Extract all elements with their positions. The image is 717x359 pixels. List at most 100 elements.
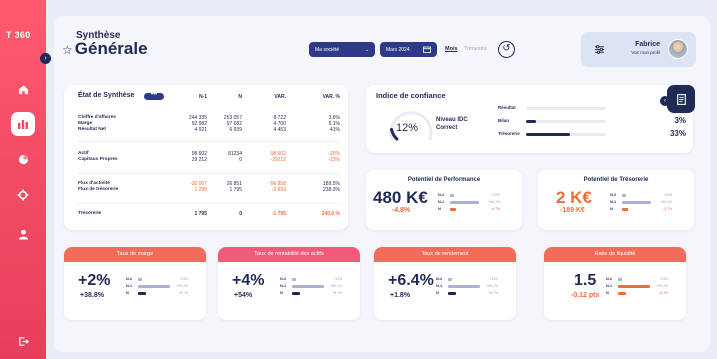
mini-row-percent: -3.7% — [663, 206, 672, 211]
kpi-delta: +38.8% — [80, 292, 104, 299]
mini-bar — [138, 278, 143, 281]
tresorerie-value: 2 K€ — [556, 188, 592, 207]
synthese-row-labels: Actif Capitaux Propres — [78, 151, 118, 162]
kpi-card-marge: Taux de marge +2% +38.8% N-2 +13% N-1 +60.2% N +… — [64, 247, 206, 320]
idc-bar-track — [526, 106, 606, 110]
chart-icon[interactable] — [11, 112, 35, 136]
mini-row-label: N-1 — [610, 200, 617, 204]
sidebar-toggle-button[interactable]: › — [40, 53, 51, 64]
favorite-star-icon[interactable]: ☆ — [62, 43, 73, 57]
synthese-row-labels: Chiffre d'affaires Marge Résultat Net — [78, 115, 116, 132]
kpi-card-rendement: Taux de rendement +6.4% +1.8% N-2 +13% N-1 +60… — [374, 247, 516, 320]
report-button[interactable] — [667, 85, 695, 113]
profile-link[interactable]: Voir mon profil — [631, 50, 660, 55]
kpi-card-rentabilite: Taux de rentabilité des actifs +4% +54% N-2… — [218, 247, 360, 320]
performance-value: 480 K€ — [373, 188, 428, 207]
mini-row-label: N-2 — [606, 277, 613, 281]
period-select[interactable]: Mars 2024 — [380, 42, 437, 57]
mini-row-percent: +60.2% — [176, 283, 188, 288]
mini-row-percent: +10% — [663, 192, 672, 197]
mini-row-percent: +60.2% — [488, 199, 500, 204]
user-icon[interactable] — [14, 225, 32, 243]
kpi-value: 1.5 — [574, 272, 597, 289]
kpi-value: +6.4% — [388, 272, 434, 289]
mini-bar — [450, 208, 457, 211]
synthese-cell: 3.6% 5.1% 41% — [328, 115, 340, 133]
synthese-cell: 26 851 1 795 — [226, 181, 242, 193]
synthese-cell: -25% -13% — [328, 151, 340, 163]
company-select[interactable]: Ma société ⌄ — [309, 42, 375, 57]
kpi-delta: +54% — [234, 292, 253, 299]
home-icon[interactable] — [14, 80, 32, 98]
period-select-value: Mars 2024 — [386, 46, 410, 53]
mini-bar — [618, 285, 650, 288]
idc-value: 12% — [396, 122, 419, 134]
tresorerie-delta: -189 K€ — [560, 207, 585, 214]
avatar[interactable] — [668, 39, 688, 59]
synthese-col-header: N-1 — [198, 94, 207, 100]
company-select-value: Ma société — [315, 46, 340, 53]
mini-row-label: N — [436, 291, 439, 295]
performance-card: Potentiel de Performance 480 K€ -4.8% N-2 +… — [366, 170, 522, 230]
mini-row-label: N — [606, 291, 609, 295]
kpi-value: +2% — [78, 272, 111, 289]
mini-row-label: N-1 — [438, 200, 445, 204]
mode-month-link[interactable]: Mois — [445, 46, 458, 52]
mini-row-percent: +13% — [659, 276, 668, 281]
row-divider — [78, 203, 340, 204]
synthese-cell: 0 — [239, 211, 242, 217]
row-divider — [78, 173, 340, 174]
row-divider — [78, 141, 340, 142]
mini-bar — [450, 194, 455, 197]
mini-bar — [292, 278, 297, 281]
synthese-cell: 253 057 97 682 6 939 — [223, 115, 242, 133]
mini-row-percent: +13% — [489, 276, 498, 281]
mini-row-percent: +13% — [333, 276, 342, 281]
synthese-row-labels: Flux d'activité Flux de trésorerie — [78, 181, 119, 192]
page-title-text: Générale — [74, 39, 148, 58]
kpi-title: Ratio de liquidité — [544, 247, 686, 262]
mini-bar — [622, 208, 629, 211]
mini-bar — [138, 285, 170, 288]
idc-level: Niveau IDC Correct — [436, 116, 468, 132]
calendar-icon — [423, 46, 431, 53]
mini-row-label: N — [280, 291, 283, 295]
mini-row-percent: -6.7% — [491, 206, 500, 211]
mini-bar — [448, 278, 453, 281]
mini-row-label: N-1 — [280, 284, 287, 288]
synthese-cell: 8 722 4 700 4 453 — [273, 115, 286, 133]
synthese-cell: -30 007 1 298 — [190, 181, 207, 193]
profile-card[interactable]: Fabrice Voir mon profil — [581, 32, 696, 67]
idc-bar-track — [526, 132, 606, 136]
chevron-down-icon: ⌄ — [364, 46, 369, 53]
mini-row-label: N-2 — [436, 277, 443, 281]
mini-row-percent: +5.7% — [332, 290, 342, 295]
mini-bar — [618, 278, 623, 281]
idc-bar-percent: 3% — [674, 116, 686, 125]
idc-label-1: Niveau IDC — [436, 117, 468, 123]
mode-quarter-link[interactable]: Trimestre — [464, 46, 487, 52]
more-options-button[interactable]: ••• — [144, 92, 164, 100]
logout-icon[interactable] — [14, 332, 32, 350]
idc-bar-label: Trésorerie — [498, 131, 520, 136]
performance-title: Potentiel de Performance — [407, 177, 481, 183]
reset-icon[interactable]: ↺ — [498, 41, 515, 58]
pie-icon[interactable] — [14, 150, 32, 168]
mini-row-label: N-2 — [280, 277, 287, 281]
app-logo[interactable]: T 360 — [6, 30, 31, 40]
settings-sliders-icon[interactable] — [594, 44, 605, 55]
synthese-cell: 1 795 — [194, 211, 207, 217]
gear-icon[interactable] — [14, 186, 32, 204]
synthese-cell: 189.5% 238.3% — [323, 181, 340, 193]
idc-bar-fill — [526, 119, 536, 123]
mini-row-percent: +5.7% — [488, 290, 498, 295]
synthese-col-header: VAR. % — [322, 94, 340, 100]
idc-bar-fill — [526, 132, 570, 136]
mini-bar — [618, 292, 627, 295]
mini-row-percent: +60.2% — [486, 283, 498, 288]
synthese-row-labels: Trésorerie — [78, 211, 102, 216]
kpi-delta: -0.12 pts — [571, 292, 600, 299]
idc-label-2: Correct — [436, 125, 458, 131]
kpi-title: Taux de marge — [64, 247, 206, 262]
mini-bar — [138, 292, 147, 295]
